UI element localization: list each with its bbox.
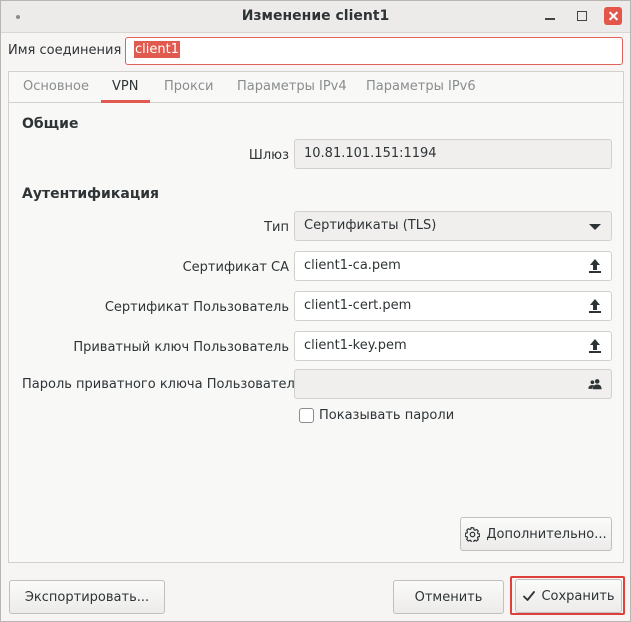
save-button[interactable]: Сохранить (515, 579, 622, 613)
auth-heading: Аутентификация (22, 186, 159, 202)
gateway-field[interactable]: 10.81.101.151:1194 (294, 139, 612, 169)
tab-vpn[interactable]: VPN (112, 79, 138, 94)
connection-name-value: client1 (134, 41, 180, 58)
key-password-field[interactable] (294, 369, 612, 399)
cancel-button-label: Отменить (414, 589, 483, 605)
auth-type-dropdown[interactable]: Сертификаты (TLS) (294, 211, 612, 241)
tab-ipv6[interactable]: Параметры IPv6 (366, 79, 476, 94)
private-key-label: Приватный ключ Пользователь (73, 340, 289, 355)
advanced-button[interactable]: Дополнительно... (460, 517, 612, 551)
close-icon[interactable] (604, 7, 622, 25)
gear-icon (465, 526, 481, 542)
tab-general[interactable]: Основное (23, 79, 89, 94)
dialog-window: Изменение client1 Имя соединения client1… (0, 0, 631, 622)
title-bar: Изменение client1 (1, 1, 630, 33)
ca-cert-label: Сертификат CA (182, 260, 289, 275)
advanced-button-label: Дополнительно... (486, 526, 607, 542)
private-key-field[interactable]: client1-key.pem (294, 331, 612, 361)
upload-icon[interactable] (588, 339, 602, 353)
user-cert-field[interactable]: client1-cert.pem (294, 291, 612, 321)
upload-icon[interactable] (588, 259, 602, 273)
tab-ipv4[interactable]: Параметры IPv4 (237, 79, 347, 94)
dropdown-arrow-icon (589, 224, 601, 230)
checkmark-icon (523, 591, 536, 601)
show-passwords-label: Показывать пароли (319, 408, 455, 423)
show-passwords-row[interactable]: Показывать пароли (299, 408, 454, 423)
export-button-label: Экспортировать... (24, 589, 150, 605)
user-cert-value: client1-cert.pem (304, 298, 412, 313)
cancel-button[interactable]: Отменить (393, 580, 504, 614)
tab-proxy[interactable]: Прокси (164, 79, 213, 94)
user-cert-label: Сертификат Пользователь (104, 300, 289, 315)
auth-type-label: Тип (264, 220, 289, 235)
maximize-icon[interactable] (573, 7, 591, 25)
minimize-icon[interactable] (541, 7, 559, 25)
private-key-value: client1-key.pem (304, 338, 407, 353)
key-password-label: Пароль приватного ключа Пользователь (22, 377, 303, 392)
connection-name-label: Имя соединения (8, 43, 122, 58)
upload-icon[interactable] (588, 299, 602, 313)
ca-cert-field[interactable]: client1-ca.pem (294, 251, 612, 281)
show-passwords-checkbox[interactable] (299, 408, 314, 423)
auth-type-value: Сертификаты (TLS) (304, 218, 437, 233)
settings-notebook: Основное VPN Прокси Параметры IPv4 Парам… (8, 71, 624, 563)
connection-name-input[interactable]: client1 (125, 37, 623, 65)
export-button[interactable]: Экспортировать... (9, 580, 165, 614)
active-tab-indicator (101, 100, 150, 103)
general-heading: Общие (22, 116, 79, 132)
window-title: Изменение client1 (241, 8, 390, 24)
save-button-label: Сохранить (541, 588, 615, 604)
gateway-value: 10.81.101.151:1194 (304, 146, 437, 161)
gateway-label: Шлюз (248, 148, 289, 163)
tab-bar: Основное VPN Прокси Параметры IPv4 Парам… (9, 72, 623, 103)
users-icon[interactable] (588, 377, 602, 391)
ca-cert-value: client1-ca.pem (304, 258, 401, 273)
